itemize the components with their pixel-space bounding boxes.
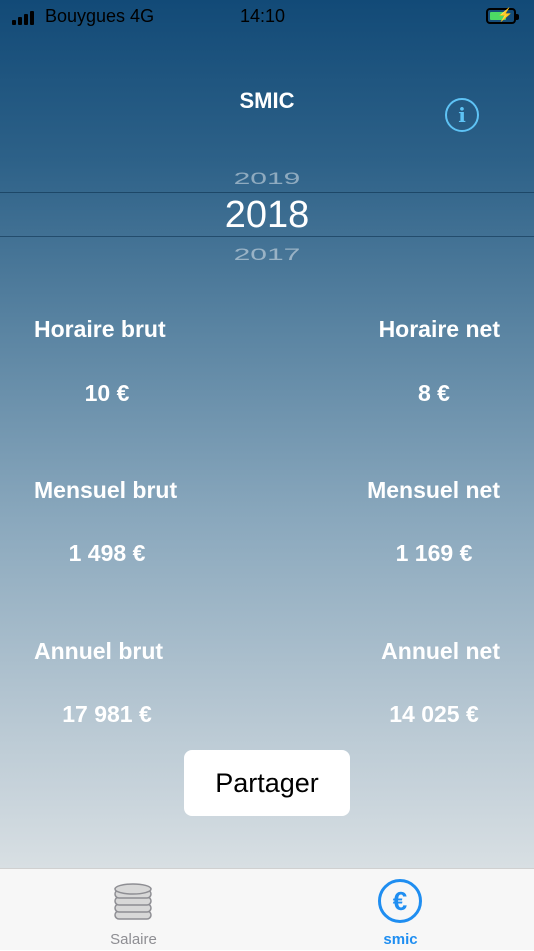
year-picker[interactable]: 2019 2018 2017 [0, 150, 534, 270]
picker-year-prev[interactable]: 2019 [0, 170, 534, 189]
tab-salaire-label: Salaire [110, 931, 157, 948]
tab-smic-label: smic [383, 931, 418, 948]
signal-bars-icon [12, 11, 34, 25]
mensuel-brut-value: 1 498 € [68, 540, 146, 566]
status-time: 14:10 [240, 6, 286, 26]
carrier-label: Bouygues 4G [45, 6, 155, 26]
horaire-brut-label: Horaire brut [34, 316, 166, 342]
mensuel-net-label: Mensuel net [367, 477, 500, 503]
smic-screen: Bouygues 4G 14:10 ⚡ SMIC i 2019 2018 201… [0, 0, 534, 868]
tab-bar: Salaire € smic [0, 868, 534, 950]
mensuel-brut-label: Mensuel brut [34, 477, 178, 503]
annuel-brut-value: 17 981 € [62, 701, 152, 727]
euro-circle-icon: € [378, 879, 422, 923]
picker-year-next[interactable]: 2017 [0, 246, 534, 265]
battery-charging-icon: ⚡ [486, 7, 519, 24]
horaire-net-value: 8 € [418, 380, 450, 406]
mensuel-net-value: 1 169 € [395, 540, 473, 566]
annuel-brut-label: Annuel brut [34, 638, 164, 664]
coins-icon [114, 883, 152, 920]
annuel-net-value: 14 025 € [389, 701, 479, 727]
status-bar: Bouygues 4G 14:10 ⚡ [0, 0, 534, 36]
tab-salaire[interactable]: Salaire [0, 869, 267, 951]
horaire-net-label: Horaire net [378, 316, 500, 342]
picker-year-selected[interactable]: 2018 [0, 194, 534, 237]
info-icon[interactable]: i [445, 98, 479, 132]
annuel-net-label: Annuel net [381, 638, 500, 664]
tab-smic[interactable]: € smic [267, 869, 534, 951]
picker-divider-top [0, 192, 534, 193]
share-button[interactable]: Partager [184, 750, 350, 816]
horaire-brut-value: 10 € [84, 380, 130, 406]
